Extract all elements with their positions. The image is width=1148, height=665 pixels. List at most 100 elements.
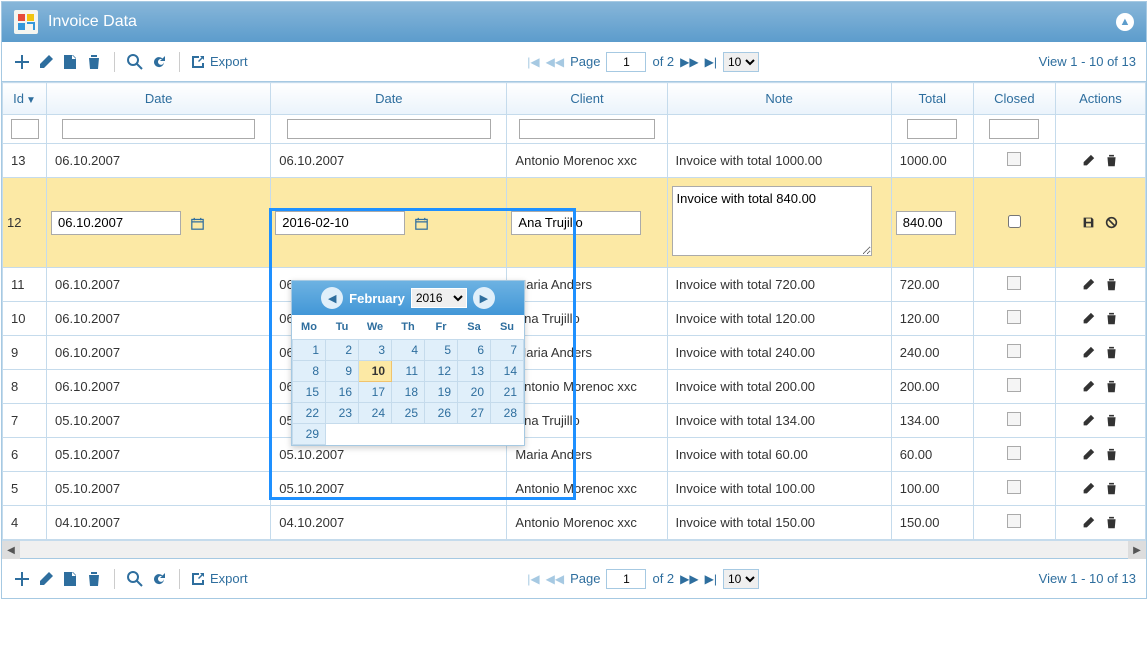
edit-button[interactable]	[36, 569, 56, 589]
datepicker-day-cell[interactable]: 12	[425, 360, 458, 381]
edit-client-input[interactable]	[511, 211, 641, 235]
filter-closed[interactable]	[989, 119, 1039, 139]
datepicker-day-cell[interactable]: 1	[293, 339, 326, 360]
edit-date1-input[interactable]	[51, 211, 181, 235]
datepicker-day-cell[interactable]: 20	[458, 381, 491, 402]
datepicker-day-cell[interactable]: 22	[293, 402, 326, 423]
row-edit-button[interactable]	[1082, 414, 1095, 427]
col-closed[interactable]: Closed	[973, 83, 1055, 115]
next-page-button[interactable]: ▶▶	[680, 572, 698, 586]
prev-page-button[interactable]: ◀◀	[546, 572, 564, 586]
datepicker-day-cell[interactable]: 13	[458, 360, 491, 381]
datepicker-day-cell[interactable]: 3	[359, 339, 392, 360]
row-edit-button[interactable]	[1082, 516, 1095, 529]
filter-total[interactable]	[907, 119, 957, 139]
datepicker-day-cell[interactable]: 14	[491, 360, 524, 381]
row-edit-button[interactable]	[1082, 380, 1095, 393]
next-page-button[interactable]: ▶▶	[680, 55, 698, 69]
closed-checkbox[interactable]	[1007, 344, 1021, 358]
edit-closed-checkbox[interactable]	[1008, 215, 1021, 228]
datepicker-day-cell[interactable]: 28	[491, 402, 524, 423]
search-button[interactable]	[125, 569, 145, 589]
row-cancel-button[interactable]	[1105, 216, 1118, 229]
edit-date2-input[interactable]	[275, 211, 405, 235]
export-button[interactable]: Export	[190, 54, 248, 70]
last-page-button[interactable]: ▶|	[705, 55, 717, 69]
calendar-icon[interactable]	[411, 214, 431, 234]
datepicker-day-cell[interactable]: 10	[359, 360, 392, 381]
datepicker-day-cell[interactable]: 29	[293, 423, 326, 444]
add-button[interactable]	[12, 52, 32, 72]
refresh-button[interactable]	[149, 52, 169, 72]
datepicker-day-cell[interactable]: 21	[491, 381, 524, 402]
first-page-button[interactable]: |◀	[527, 55, 539, 69]
refresh-button[interactable]	[149, 569, 169, 589]
edit-button[interactable]	[36, 52, 56, 72]
datepicker-day-cell[interactable]: 26	[425, 402, 458, 423]
datepicker-next-button[interactable]: ▶	[473, 287, 495, 309]
closed-checkbox[interactable]	[1007, 152, 1021, 166]
datepicker-day-cell[interactable]: 5	[425, 339, 458, 360]
closed-checkbox[interactable]	[1007, 276, 1021, 290]
closed-checkbox[interactable]	[1007, 446, 1021, 460]
datepicker-day-cell[interactable]: 15	[293, 381, 326, 402]
datepicker-day-cell[interactable]: 16	[326, 381, 359, 402]
filter-date1[interactable]	[62, 119, 256, 139]
export-button[interactable]: Export	[190, 571, 248, 587]
edit-total-input[interactable]	[896, 211, 956, 235]
row-delete-button[interactable]	[1105, 278, 1118, 291]
row-delete-button[interactable]	[1105, 414, 1118, 427]
add-button[interactable]	[12, 569, 32, 589]
datepicker-prev-button[interactable]: ◀	[321, 287, 343, 309]
datepicker-day-cell[interactable]: 18	[392, 381, 425, 402]
closed-checkbox[interactable]	[1007, 378, 1021, 392]
edit-note-textarea[interactable]: Invoice with total 840.00	[672, 186, 872, 256]
row-delete-button[interactable]	[1105, 482, 1118, 495]
scroll-right-icon[interactable]: ▶	[1128, 541, 1146, 559]
row-save-button[interactable]	[1082, 216, 1095, 229]
row-edit-button[interactable]	[1082, 278, 1095, 291]
page-input[interactable]	[606, 569, 646, 589]
per-page-select[interactable]: 10	[723, 52, 759, 72]
filter-id[interactable]	[11, 119, 39, 139]
filter-date2[interactable]	[287, 119, 491, 139]
col-note[interactable]: Note	[667, 83, 891, 115]
closed-checkbox[interactable]	[1007, 412, 1021, 426]
row-delete-button[interactable]	[1105, 346, 1118, 359]
datepicker-day-cell[interactable]: 8	[293, 360, 326, 381]
datepicker-day-cell[interactable]: 6	[458, 339, 491, 360]
row-delete-button[interactable]	[1105, 154, 1118, 167]
datepicker-year-select[interactable]: 2016	[411, 288, 467, 308]
row-edit-button[interactable]	[1082, 448, 1095, 461]
scroll-left-icon[interactable]: ◀	[2, 541, 20, 559]
datepicker-day-cell[interactable]: 19	[425, 381, 458, 402]
row-delete-button[interactable]	[1105, 448, 1118, 461]
first-page-button[interactable]: |◀	[527, 572, 539, 586]
collapse-button[interactable]: ▲	[1116, 13, 1134, 31]
datepicker-day-cell[interactable]: 27	[458, 402, 491, 423]
row-edit-button[interactable]	[1082, 346, 1095, 359]
delete-button[interactable]	[84, 52, 104, 72]
datepicker-day-cell[interactable]: 9	[326, 360, 359, 381]
row-delete-button[interactable]	[1105, 516, 1118, 529]
row-delete-button[interactable]	[1105, 380, 1118, 393]
delete-button[interactable]	[84, 569, 104, 589]
datepicker-day-cell[interactable]: 7	[491, 339, 524, 360]
datepicker-day-cell[interactable]: 25	[392, 402, 425, 423]
col-date2[interactable]: Date	[271, 83, 507, 115]
search-button[interactable]	[125, 52, 145, 72]
closed-checkbox[interactable]	[1007, 480, 1021, 494]
row-edit-button[interactable]	[1082, 482, 1095, 495]
datepicker-day-cell[interactable]: 2	[326, 339, 359, 360]
horizontal-scrollbar[interactable]: ◀ ▶	[2, 540, 1146, 558]
row-delete-button[interactable]	[1105, 312, 1118, 325]
col-client[interactable]: Client	[507, 83, 667, 115]
datepicker-day-cell[interactable]: 24	[359, 402, 392, 423]
calendar-icon[interactable]	[187, 214, 207, 234]
page-input[interactable]	[606, 52, 646, 72]
view-button[interactable]	[60, 569, 80, 589]
datepicker-day-cell[interactable]: 23	[326, 402, 359, 423]
view-button[interactable]	[60, 52, 80, 72]
col-total[interactable]: Total	[891, 83, 973, 115]
col-id[interactable]: Id▼	[3, 83, 47, 115]
